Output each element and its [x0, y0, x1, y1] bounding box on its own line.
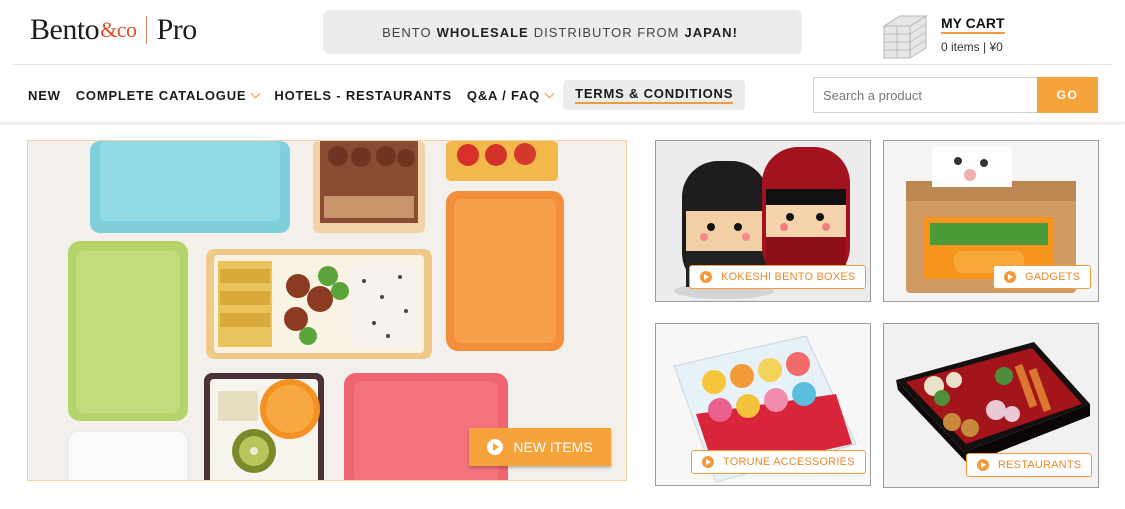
logo-amp: &co — [100, 17, 137, 42]
nav-item-label: Q&A / FAQ — [466, 87, 541, 103]
nav-item-faq[interactable]: Q&A / FAQ — [466, 87, 555, 103]
new-items-button[interactable]: NEW ITEMS — [469, 428, 611, 466]
category-tile-kokeshi[interactable]: KOKESHI BENTO BOXES — [655, 140, 871, 302]
site-logo[interactable]: Bento &co Pro — [30, 12, 197, 48]
search-go-button[interactable]: GO — [1037, 77, 1098, 113]
tile-label: GADGETS — [1025, 271, 1081, 283]
category-tile-torune[interactable]: TORUNE ACCESSORIES — [655, 323, 871, 486]
cart-title-link[interactable]: MY CART — [941, 15, 1005, 34]
nav-item-catalogue[interactable]: COMPLETE CATALOGUE — [75, 87, 261, 103]
main-nav: NEW COMPLETE CATALOGUE HOTELS - RESTAURA… — [28, 80, 760, 110]
promo-bold-1: WHOLESALE — [436, 24, 529, 40]
header-divider — [13, 64, 1112, 65]
logo-divider — [145, 16, 147, 44]
tile-label: TORUNE ACCESSORIES — [723, 456, 855, 468]
kokeshi-bento-boxes-tag[interactable]: KOKESHI BENTO BOXES — [689, 265, 867, 289]
nav-item-hotels-restaurants[interactable]: HOTELS - RESTAURANTS — [274, 88, 452, 103]
logo-brand: Bento — [30, 13, 100, 46]
restaurants-tag[interactable]: RESTAURANTS — [966, 453, 1093, 477]
promo-bold-2: JAPAN! — [684, 24, 738, 40]
nav-item-terms[interactable]: TERMS & CONDITIONS — [563, 80, 746, 110]
chevron-down-icon — [250, 88, 261, 98]
promo-text-2: DISTRIBUTOR FROM — [533, 24, 680, 40]
nav-item-label: COMPLETE CATALOGUE — [75, 87, 247, 103]
play-circle-icon — [700, 271, 712, 283]
torune-accessories-tag[interactable]: TORUNE ACCESSORIES — [691, 450, 866, 474]
chevron-down-icon — [544, 88, 555, 98]
new-items-label: NEW ITEMS — [513, 439, 593, 455]
nav-divider — [0, 122, 1125, 126]
boxes-stack-icon[interactable] — [880, 10, 932, 60]
tile-label: RESTAURANTS — [998, 459, 1082, 471]
logo-pro: Pro — [156, 13, 198, 46]
nav-item-label: TERMS & CONDITIONS — [575, 86, 734, 104]
nav-item-new[interactable]: NEW — [28, 88, 61, 103]
promo-banner: BENTO WHOLESALE DISTRIBUTOR FROM JAPAN! — [323, 10, 802, 54]
cart-summary: 0 items | ¥0 — [941, 40, 1003, 54]
search-input[interactable]: Search a product — [813, 77, 1037, 113]
promo-text-1: BENTO — [382, 24, 432, 40]
category-tile-gadgets[interactable]: GADGETS — [883, 140, 1099, 302]
category-tile-restaurants[interactable]: RESTAURANTS — [883, 323, 1099, 488]
nav-item-label: NEW — [28, 87, 61, 103]
play-circle-icon — [702, 456, 714, 468]
nav-item-label: HOTELS - RESTAURANTS — [274, 87, 452, 103]
play-circle-icon — [487, 439, 504, 455]
play-circle-icon — [1004, 271, 1016, 283]
tile-label: KOKESHI BENTO BOXES — [721, 271, 856, 283]
gadgets-tag[interactable]: GADGETS — [993, 265, 1092, 289]
play-circle-icon — [977, 459, 989, 471]
